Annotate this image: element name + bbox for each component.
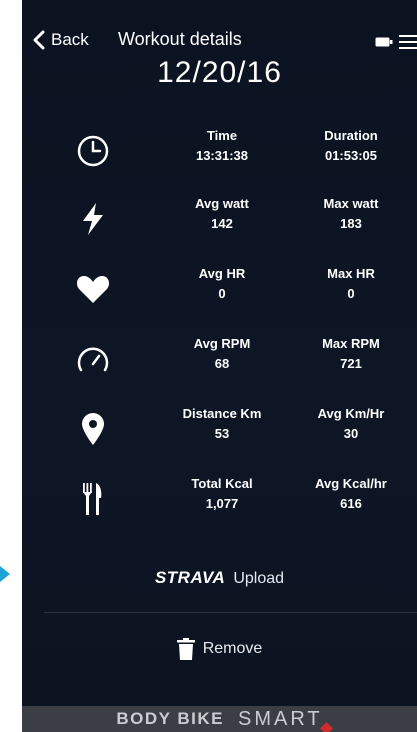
smart-logo-text: SMART	[238, 707, 323, 730]
stat-max-watt: Max watt 183	[296, 194, 406, 234]
stat-label: Duration	[324, 128, 378, 143]
workout-details-screen: Back Workout details 12/20/16 Time 13:31…	[22, 0, 417, 732]
stat-value: 01:53:05	[324, 148, 378, 163]
heart-icon	[74, 270, 112, 308]
upload-label: Upload	[233, 570, 285, 587]
smart-logo: SMART	[238, 707, 333, 732]
workout-date: 12/20/16	[157, 56, 282, 89]
fork-knife-icon	[74, 480, 112, 518]
pointer-arrow	[0, 566, 10, 582]
stat-value: 616	[340, 496, 362, 511]
stat-value: 721	[340, 356, 362, 371]
stat-label: Avg watt	[195, 196, 249, 211]
stat-label: Avg Km/Hr	[317, 406, 385, 421]
stat-row-hr: Avg HR 0 Max HR 0	[22, 256, 417, 322]
stat-duration: Duration 01:53:05	[296, 126, 406, 166]
clock-icon	[74, 132, 112, 170]
trash-icon	[176, 638, 195, 660]
stat-label: Avg Kcal/hr	[315, 476, 387, 491]
stat-value: 53	[214, 426, 230, 441]
stat-label: Max watt	[323, 196, 379, 211]
stat-row-watt: Avg watt 142 Max watt 183	[22, 186, 417, 252]
stat-avg-hr: Avg HR 0	[167, 264, 277, 304]
speedometer-icon	[74, 340, 112, 378]
header-icons	[375, 34, 417, 50]
stat-time: Time 13:31:38	[167, 126, 277, 166]
stat-row-rpm: Avg RPM 68 Max RPM 721	[22, 326, 417, 392]
stat-value: 13:31:38	[195, 148, 249, 163]
stat-value: 142	[211, 216, 233, 231]
brand-logo: BODY BIKE	[116, 709, 224, 728]
stat-distance: Distance Km 53	[167, 404, 277, 444]
stat-max-hr: Max HR 0	[296, 264, 406, 304]
stat-label: Total Kcal	[191, 476, 253, 491]
divider	[44, 612, 417, 613]
stat-row-kcal: Total Kcal 1,077 Avg Kcal/hr 616	[22, 466, 417, 532]
stat-value: 1,077	[205, 496, 239, 511]
menu-icon[interactable]	[399, 34, 417, 50]
lightning-icon	[74, 200, 112, 238]
chevron-left-icon	[33, 30, 45, 50]
stat-total-kcal: Total Kcal 1,077	[167, 474, 277, 514]
battery-icon	[375, 37, 393, 47]
strava-logo: STRAVA	[154, 568, 226, 587]
stat-label: Max RPM	[322, 336, 380, 351]
stat-avg-watt: Avg watt 142	[167, 194, 277, 234]
stat-value: 0	[347, 286, 355, 301]
stat-avg-rpm: Avg RPM 68	[167, 334, 277, 374]
back-label: Back	[51, 30, 89, 49]
footer-brand-bar: BODY BIKE SMART	[22, 706, 417, 732]
stat-label: Avg HR	[198, 266, 246, 281]
stat-value: 183	[340, 216, 362, 231]
stat-label: Time	[206, 128, 238, 143]
stat-row-distance: Distance Km 53 Avg Km/Hr 30	[22, 396, 417, 462]
stat-avg-kcal: Avg Kcal/hr 616	[296, 474, 406, 514]
page-title: Workout details	[118, 29, 242, 49]
stat-avg-speed: Avg Km/Hr 30	[296, 404, 406, 444]
remove-button[interactable]: Remove	[22, 638, 417, 660]
remove-label: Remove	[202, 640, 263, 657]
stat-label: Distance Km	[182, 406, 262, 421]
stat-label: Max HR	[327, 266, 375, 281]
strava-upload-button[interactable]: STRAVA Upload	[22, 568, 417, 588]
stat-row-time: Time 13:31:38 Duration 01:53:05	[22, 118, 417, 184]
stat-label: Avg RPM	[193, 336, 251, 351]
location-pin-icon	[74, 410, 112, 448]
stat-value: 0	[218, 286, 226, 301]
stat-max-rpm: Max RPM 721	[296, 334, 406, 374]
back-button[interactable]: Back	[32, 30, 89, 50]
stat-value: 30	[343, 426, 359, 441]
stat-value: 68	[214, 356, 230, 371]
